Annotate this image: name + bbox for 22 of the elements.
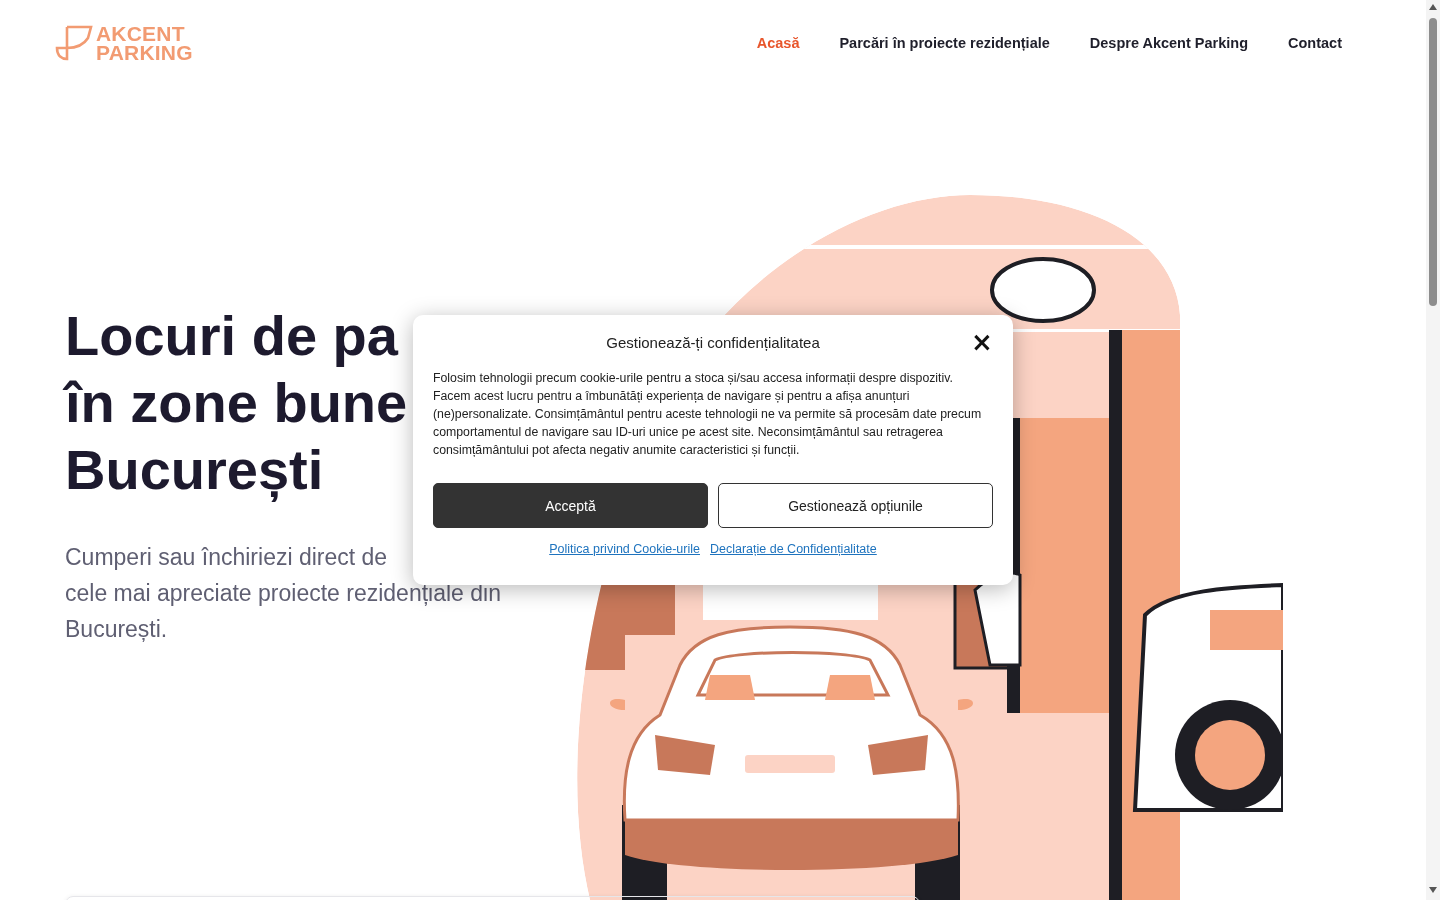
nav-link[interactable]: Acasă (756, 34, 800, 51)
options-button[interactable]: Gestionează opțiunile (718, 483, 993, 528)
nav-link[interactable]: Contact (1288, 34, 1342, 51)
accept-button[interactable]: Acceptă (433, 483, 708, 528)
dialog-text: Folosim tehnologii precum cookie-urile pentru a stoca și/sau accesa informații despre dispozitiv. Facem acest lucru pentru a îmbunătăți experiența de navigare și pentru a afișa anunțuri (ne)personalizate. Consimțământul pentru aceste tehnologii ne va permite să procesăm date precum comportamentul de navigare sau ID-uri unice pe acest site. Neconsimțământul sau retragerea consimțământului pot afecta negativ anumite caracteristici și funcții. (433, 370, 983, 459)
hero-heading: Locuri de pa (65, 303, 398, 369)
hero-text: Cumperi sau închiriezi direct de (65, 543, 388, 572)
hero-text: București. (65, 615, 168, 644)
logo-icon (55, 23, 93, 62)
scrollbar-thumb[interactable] (1429, 18, 1437, 306)
dialog-title: Gestionează-ți confidențialitatea (606, 333, 820, 351)
scroll-down-icon[interactable] (1429, 887, 1437, 893)
scrollbar[interactable] (1426, 0, 1440, 900)
close-button[interactable]: × (971, 331, 993, 353)
scroll-up-icon[interactable] (1429, 4, 1437, 10)
policy-link[interactable]: Declarație de Confidențialitate (710, 542, 877, 556)
nav-link[interactable]: Parcări în proiecte rezidențiale (839, 34, 1050, 51)
logo-text: AKCENT PARKING (96, 23, 193, 62)
hero-text: cele mai apreciate proiecte rezidențiale din (65, 579, 501, 608)
hero-heading: București (65, 437, 324, 503)
nav-link[interactable]: Despre Akcent Parking (1089, 34, 1248, 51)
policy-link[interactable]: Politica privind Cookie-urile (549, 542, 700, 556)
